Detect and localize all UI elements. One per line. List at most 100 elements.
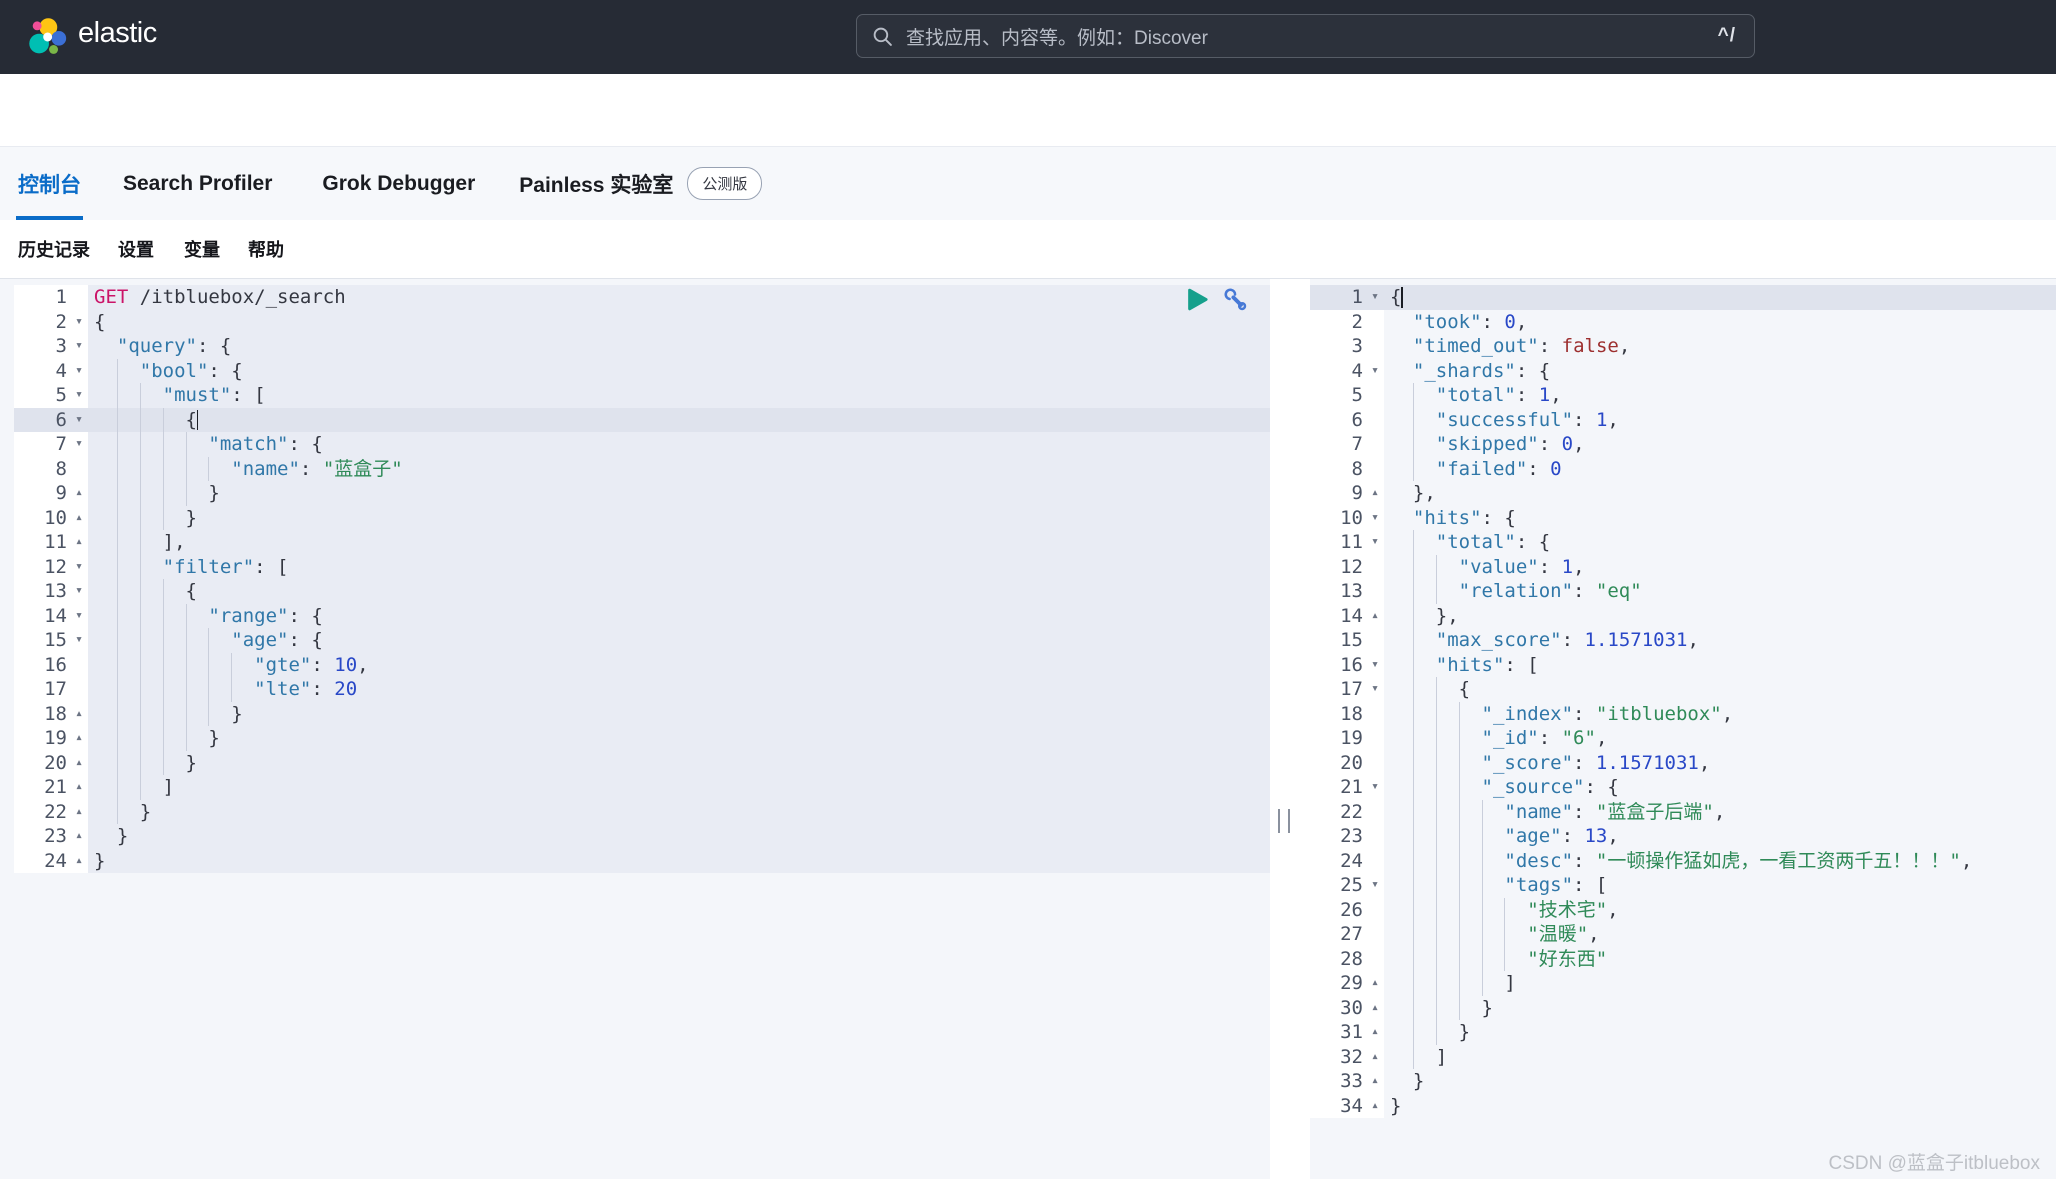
response-line-15[interactable]: 15 "max_score": 1.1571031, — [1310, 628, 2056, 653]
request-options-wrench-icon[interactable] — [1222, 286, 1249, 313]
response-line-19[interactable]: 19 "_id": "6", — [1310, 726, 2056, 751]
response-line-28[interactable]: 28 "好东西" — [1310, 947, 2056, 972]
request-line-24[interactable]: 24▴} — [14, 849, 1270, 874]
response-line-5[interactable]: 5 "total": 1, — [1310, 383, 2056, 408]
fold-toggle-icon[interactable]: ▾ — [1366, 530, 1384, 555]
response-line-34[interactable]: 34▴} — [1310, 1094, 2056, 1119]
request-line-6[interactable]: 6▾ { — [14, 408, 1270, 433]
request-line-19[interactable]: 19▴ } — [14, 726, 1270, 751]
response-line-31[interactable]: 31▴ } — [1310, 1020, 2056, 1045]
splitter-grip-icon[interactable] — [1278, 809, 1290, 833]
response-line-14[interactable]: 14▴ }, — [1310, 604, 2056, 629]
fold-toggle-icon[interactable]: ▴ — [70, 702, 88, 727]
fold-toggle-icon[interactable]: ▾ — [70, 359, 88, 384]
request-line-16[interactable]: 16 "gte": 10, — [14, 653, 1270, 678]
send-request-play-button[interactable] — [1186, 287, 1209, 312]
request-line-1[interactable]: 1GET /itbluebox/_search — [14, 285, 1270, 310]
response-line-18[interactable]: 18 "_index": "itbluebox", — [1310, 702, 2056, 727]
fold-toggle-icon[interactable]: ▾ — [70, 408, 88, 433]
request-line-2[interactable]: 2▾{ — [14, 310, 1270, 335]
fold-toggle-icon[interactable]: ▴ — [1366, 971, 1384, 996]
response-line-33[interactable]: 33▴ } — [1310, 1069, 2056, 1094]
fold-toggle-icon[interactable]: ▴ — [1366, 481, 1384, 506]
fold-toggle-icon[interactable]: ▾ — [1366, 359, 1384, 384]
global-search-input[interactable]: 查找应用、内容等。例如：Discover ^/ — [856, 14, 1755, 58]
fold-toggle-icon[interactable]: ▴ — [70, 775, 88, 800]
response-line-1[interactable]: 1▾{ — [1310, 285, 2056, 310]
response-line-25[interactable]: 25▾ "tags": [ — [1310, 873, 2056, 898]
fold-toggle-icon[interactable]: ▾ — [70, 579, 88, 604]
fold-toggle-icon[interactable]: ▾ — [1366, 677, 1384, 702]
fold-toggle-icon[interactable]: ▾ — [70, 383, 88, 408]
tab-console[interactable]: 控制台 — [18, 147, 81, 220]
fold-toggle-icon[interactable]: ▾ — [70, 604, 88, 629]
response-line-13[interactable]: 13 "relation": "eq" — [1310, 579, 2056, 604]
toolbar-help[interactable]: 帮助 — [248, 236, 284, 262]
fold-toggle-icon[interactable]: ▾ — [1366, 506, 1384, 531]
request-line-7[interactable]: 7▾ "match": { — [14, 432, 1270, 457]
fold-toggle-icon[interactable]: ▴ — [70, 506, 88, 531]
request-line-20[interactable]: 20▴ } — [14, 751, 1270, 776]
response-line-21[interactable]: 21▾ "_source": { — [1310, 775, 2056, 800]
request-line-13[interactable]: 13▾ { — [14, 579, 1270, 604]
response-line-29[interactable]: 29▴ ] — [1310, 971, 2056, 996]
response-line-32[interactable]: 32▴ ] — [1310, 1045, 2056, 1070]
request-line-23[interactable]: 23▴ } — [14, 824, 1270, 849]
fold-toggle-icon[interactable]: ▾ — [1366, 285, 1384, 310]
response-line-11[interactable]: 11▾ "total": { — [1310, 530, 2056, 555]
fold-toggle-icon[interactable]: ▾ — [70, 555, 88, 580]
fold-toggle-icon[interactable]: ▾ — [1366, 653, 1384, 678]
fold-toggle-icon[interactable]: ▴ — [1366, 996, 1384, 1021]
response-line-24[interactable]: 24 "desc": "一顿操作猛如虎，一看工资两千五！！！", — [1310, 849, 2056, 874]
request-line-5[interactable]: 5▾ "must": [ — [14, 383, 1270, 408]
request-line-9[interactable]: 9▴ } — [14, 481, 1270, 506]
fold-toggle-icon[interactable]: ▴ — [70, 849, 88, 874]
response-line-10[interactable]: 10▾ "hits": { — [1310, 506, 2056, 531]
fold-toggle-icon[interactable]: ▴ — [70, 800, 88, 825]
fold-toggle-icon[interactable]: ▴ — [70, 751, 88, 776]
fold-toggle-icon[interactable]: ▾ — [1366, 873, 1384, 898]
request-line-14[interactable]: 14▾ "range": { — [14, 604, 1270, 629]
tab-search-profiler[interactable]: Search Profiler — [123, 147, 272, 220]
response-line-27[interactable]: 27 "温暖", — [1310, 922, 2056, 947]
fold-toggle-icon[interactable]: ▴ — [1366, 604, 1384, 629]
fold-toggle-icon[interactable]: ▴ — [70, 824, 88, 849]
response-line-9[interactable]: 9▴ }, — [1310, 481, 2056, 506]
toolbar-settings[interactable]: 设置 — [118, 236, 154, 262]
tab-painless-lab[interactable]: Painless 实验室 — [519, 147, 673, 220]
request-line-22[interactable]: 22▴ } — [14, 800, 1270, 825]
request-line-12[interactable]: 12▾ "filter": [ — [14, 555, 1270, 580]
request-line-10[interactable]: 10▴ } — [14, 506, 1270, 531]
response-line-22[interactable]: 22 "name": "蓝盒子后端", — [1310, 800, 2056, 825]
fold-toggle-icon[interactable]: ▴ — [1366, 1045, 1384, 1070]
fold-toggle-icon[interactable]: ▾ — [70, 334, 88, 359]
fold-toggle-icon[interactable]: ▴ — [70, 530, 88, 555]
fold-toggle-icon[interactable]: ▴ — [70, 481, 88, 506]
fold-toggle-icon[interactable]: ▾ — [70, 310, 88, 335]
pane-splitter[interactable] — [1270, 279, 1300, 1179]
response-line-2[interactable]: 2 "took": 0, — [1310, 310, 2056, 335]
fold-toggle-icon[interactable]: ▴ — [1366, 1094, 1384, 1119]
fold-toggle-icon[interactable]: ▴ — [70, 726, 88, 751]
fold-toggle-icon[interactable]: ▾ — [70, 628, 88, 653]
response-line-17[interactable]: 17▾ { — [1310, 677, 2056, 702]
fold-toggle-icon[interactable]: ▾ — [70, 432, 88, 457]
fold-toggle-icon[interactable]: ▾ — [1366, 775, 1384, 800]
response-line-12[interactable]: 12 "value": 1, — [1310, 555, 2056, 580]
response-line-8[interactable]: 8 "failed": 0 — [1310, 457, 2056, 482]
response-line-4[interactable]: 4▾ "_shards": { — [1310, 359, 2056, 384]
request-editor[interactable]: 1GET /itbluebox/_search2▾{3▾ "query": {4… — [0, 279, 1270, 1179]
response-line-23[interactable]: 23 "age": 13, — [1310, 824, 2056, 849]
request-line-11[interactable]: 11▴ ], — [14, 530, 1270, 555]
toolbar-history[interactable]: 历史记录 — [18, 236, 90, 262]
response-line-7[interactable]: 7 "skipped": 0, — [1310, 432, 2056, 457]
request-line-18[interactable]: 18▴ } — [14, 702, 1270, 727]
response-editor[interactable]: 1▾{2 "took": 0,3 "timed_out": false,4▾ "… — [1300, 279, 2056, 1179]
response-line-16[interactable]: 16▾ "hits": [ — [1310, 653, 2056, 678]
response-line-30[interactable]: 30▴ } — [1310, 996, 2056, 1021]
fold-toggle-icon[interactable]: ▴ — [1366, 1069, 1384, 1094]
tab-grok-debugger[interactable]: Grok Debugger — [322, 147, 475, 220]
response-line-3[interactable]: 3 "timed_out": false, — [1310, 334, 2056, 359]
request-line-8[interactable]: 8 "name": "蓝盒子" — [14, 457, 1270, 482]
request-line-4[interactable]: 4▾ "bool": { — [14, 359, 1270, 384]
